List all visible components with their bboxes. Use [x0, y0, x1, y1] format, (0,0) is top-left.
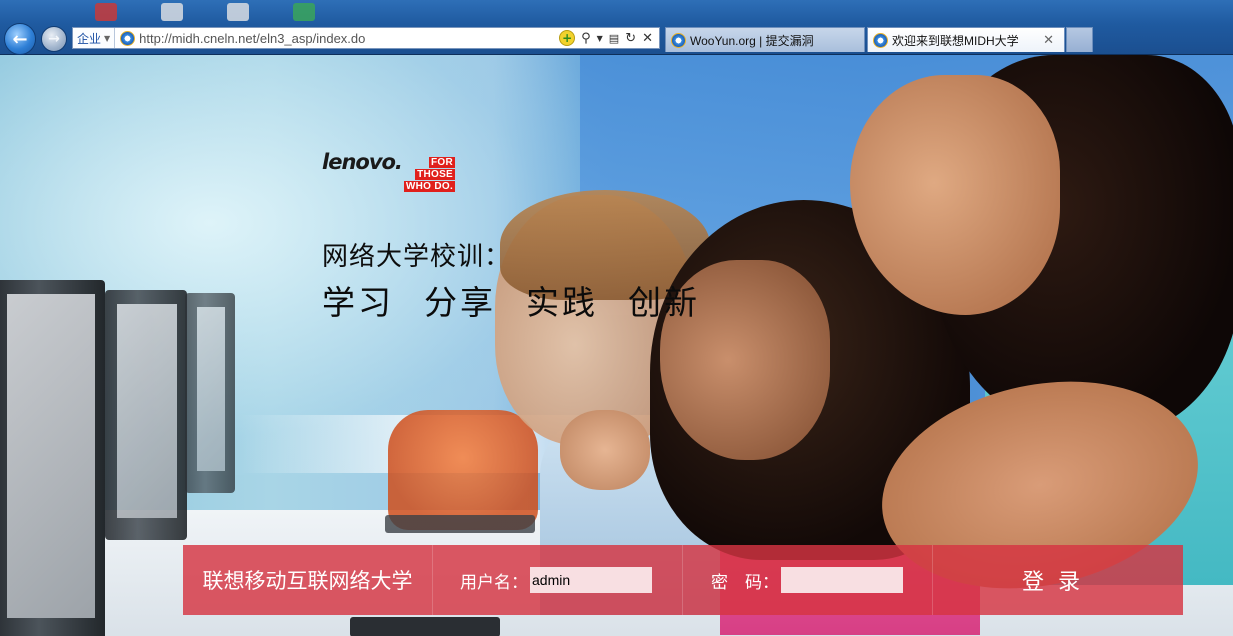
tagline-line: FOR — [429, 157, 456, 168]
monitor — [105, 290, 187, 540]
motto-word: 分享 — [424, 283, 496, 322]
ie-tab-icon — [671, 32, 686, 48]
security-zone-dropdown[interactable]: 企业 ▼ — [73, 28, 116, 48]
logo-tagline: FOR THOSE WHO DO. — [403, 157, 456, 192]
app-icon[interactable] — [95, 3, 117, 21]
password-group: 密 码： — [683, 545, 933, 615]
monitor — [0, 280, 105, 636]
ie-page-icon — [120, 30, 136, 46]
forward-button[interactable]: → — [41, 26, 67, 52]
lenovo-logo: lenovo. FOR THOSE WHO DO. — [322, 150, 456, 192]
search-dropdown-icon[interactable]: ▼ — [597, 34, 603, 43]
keyboard — [350, 617, 500, 636]
logo-wordmark: lenovo. — [322, 150, 403, 174]
tab-midh[interactable]: 欢迎来到联想MIDH大学 ✕ — [867, 27, 1065, 52]
tab-label: 欢迎来到联想MIDH大学 — [892, 33, 1019, 48]
back-button[interactable]: ← — [4, 23, 36, 55]
document-icon[interactable] — [227, 3, 249, 21]
chevron-down-icon: ▼ — [104, 33, 111, 43]
site-name: 联想移动互联网络大学 — [183, 545, 433, 615]
search-icon[interactable]: ⚲ — [581, 31, 591, 46]
tagline-line: WHO DO. — [403, 181, 456, 192]
login-button[interactable]: 登录 — [933, 545, 1183, 615]
spreadsheet-icon[interactable] — [293, 3, 315, 21]
document-icon[interactable] — [161, 3, 183, 21]
motto-word: 创新 — [628, 283, 700, 322]
keyboard — [385, 515, 535, 533]
zone-label: 企业 — [77, 31, 102, 46]
compat-page-icon[interactable]: ▤ — [609, 32, 619, 45]
browser-chrome: ← → 企业 ▼ http://midh.cneln.net/eln3_asp/… — [0, 0, 1233, 55]
username-input[interactable] — [530, 567, 652, 593]
motto-word: 实践 — [526, 283, 598, 322]
tab-wooyun[interactable]: WooYun.org | 提交漏洞 — [665, 27, 865, 52]
taskbar-icons — [95, 3, 315, 21]
compatibility-view-icon[interactable]: + — [559, 30, 576, 46]
password-label: 密 码： — [711, 572, 779, 593]
refresh-icon[interactable]: ↻ — [625, 31, 636, 46]
tagline-line: THOSE — [415, 169, 456, 180]
address-tools: + ⚲ ▼ ▤ ↻ ✕ — [559, 30, 659, 46]
monitor — [185, 293, 235, 493]
username-group: 用户名： — [433, 545, 683, 615]
url-text[interactable]: http://midh.cneln.net/eln3_asp/index.do — [139, 31, 559, 46]
forward-arrow-icon: → — [48, 31, 60, 47]
ie-tab-icon — [873, 32, 888, 48]
login-bar: 联想移动互联网络大学 用户名： 密 码： 登录 — [183, 545, 1183, 615]
chair — [388, 410, 538, 530]
tab-label: WooYun.org | 提交漏洞 — [690, 33, 814, 48]
address-bar[interactable]: 企业 ▼ http://midh.cneln.net/eln3_asp/inde… — [72, 27, 660, 49]
motto-title: 网络大学校训： — [322, 242, 512, 272]
close-tab-icon[interactable]: ✕ — [1043, 32, 1054, 48]
stop-icon[interactable]: ✕ — [642, 31, 653, 46]
motto-word: 学习 — [322, 283, 394, 322]
password-input[interactable] — [781, 567, 903, 593]
username-label: 用户名： — [460, 572, 528, 593]
back-arrow-icon: ← — [12, 28, 28, 50]
motto-words: 学习 分享 实践 创新 — [322, 276, 700, 324]
new-tab-button[interactable] — [1066, 27, 1093, 52]
